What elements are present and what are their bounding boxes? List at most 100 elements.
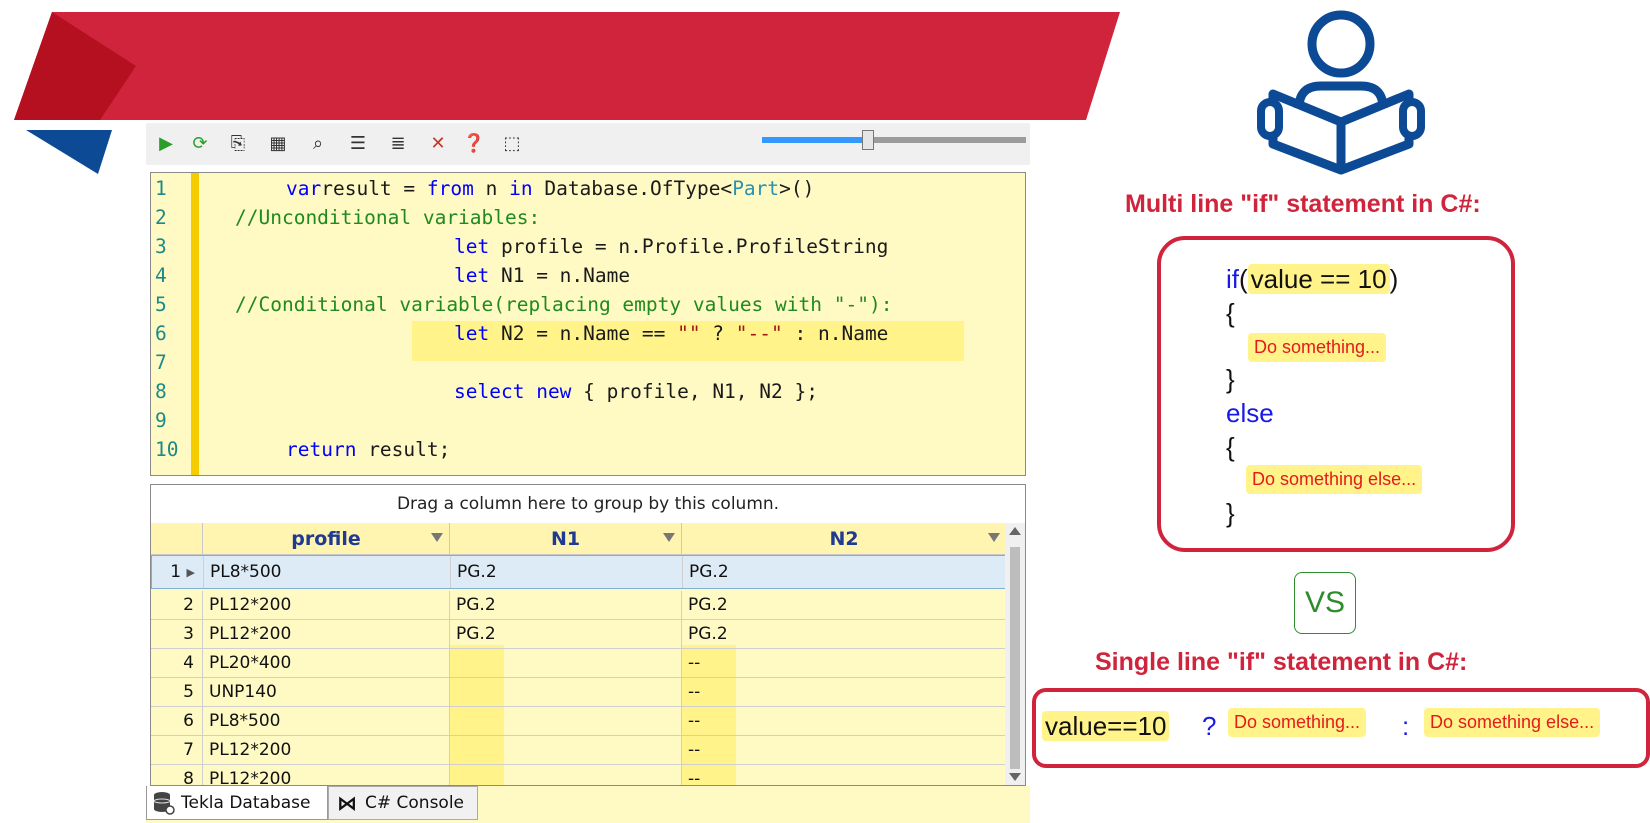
table-icon[interactable]: ▦ (266, 131, 290, 155)
reading-person-icon (1257, 10, 1425, 175)
cell-n2[interactable]: PG.2 (682, 591, 1007, 619)
cell-n1[interactable] (450, 736, 682, 764)
filter-icon[interactable] (663, 533, 675, 542)
cell-n1[interactable]: PG.2 (450, 591, 682, 619)
scroll-down-icon[interactable] (1009, 773, 1021, 781)
cell-n1[interactable]: PG.2 (450, 620, 682, 648)
cell-n2[interactable]: -- (682, 707, 1007, 735)
column-header-profile[interactable]: profile (203, 523, 450, 555)
brace-open: { (1226, 298, 1235, 328)
scrollbar-thumb[interactable] (1010, 547, 1020, 769)
help-list-icon[interactable]: ≣ (386, 131, 410, 155)
query-toolbar: ▶ ⟳ ⎘ ▦ ⌕ ☰ ≣ ✕ ❓ ⬚ (146, 123, 1030, 165)
table-row[interactable]: 6 PL8*500 -- (151, 707, 1007, 736)
line-number: 3 (155, 235, 167, 258)
code-token: n (473, 177, 510, 200)
column-header-n1[interactable]: N1 (450, 523, 682, 555)
table-row[interactable]: 2 PL12*200 PG.2 PG.2 (151, 591, 1007, 620)
change-marker-bar (191, 173, 199, 475)
cell-profile[interactable]: PL8*500 (204, 556, 451, 588)
group-by-panel[interactable]: Drag a column here to group by this colu… (151, 485, 1025, 524)
code-token: var (286, 177, 322, 200)
single-line-title: Single line "if" statement in C#: (1095, 648, 1468, 676)
current-row-arrow-icon: ▶ (186, 565, 195, 579)
cell-n1[interactable] (450, 678, 682, 706)
vs-badge: VS (1294, 572, 1356, 634)
run-icon[interactable]: ▶ (154, 131, 178, 155)
code-line: select new { profile, N1, N2 }; (454, 380, 818, 403)
cell-n2[interactable]: PG.2 (682, 620, 1007, 648)
zoom-slider[interactable] (762, 130, 1026, 150)
zoom-slider-thumb[interactable] (861, 130, 874, 150)
row-number: 3 (151, 620, 203, 648)
vertical-scrollbar[interactable] (1005, 523, 1025, 785)
cell-n1[interactable]: PG.2 (451, 556, 683, 588)
table-row[interactable]: 5 UNP140 -- (151, 678, 1007, 707)
table-row[interactable]: 4 PL20*400 -- (151, 649, 1007, 678)
brace-close: } (1226, 498, 1235, 528)
code-token: in (509, 177, 533, 200)
cell-profile[interactable]: PL12*200 (203, 620, 450, 648)
cell-profile[interactable]: PL20*400 (203, 649, 450, 677)
search-properties-icon[interactable]: ⌕ (306, 131, 330, 155)
row-number: 6 (151, 707, 203, 735)
table-row[interactable]: 7 PL12*200 -- (151, 736, 1007, 765)
zoom-slider-fill (762, 137, 868, 143)
scroll-up-icon[interactable] (1009, 527, 1021, 535)
ternary-colon: : (1402, 711, 1410, 741)
cell-profile[interactable]: PL12*200 (203, 765, 450, 785)
row-number: 7 (151, 736, 203, 764)
layout-icon[interactable]: ⬚ (500, 131, 524, 155)
filter-icon[interactable] (431, 533, 443, 542)
code-token: return (286, 438, 357, 461)
close-paren: ) (1389, 264, 1399, 294)
copy-clipboard-icon[interactable]: ⎘ (226, 131, 250, 155)
code-token: result = (321, 177, 427, 200)
ternary-question-mark: ? (1202, 711, 1217, 741)
row-number: 4 (151, 649, 203, 677)
cell-profile[interactable]: UNP140 (203, 678, 450, 706)
code-token: ? (700, 322, 736, 345)
cell-n2[interactable]: -- (682, 678, 1007, 706)
if-keyword: if (1226, 264, 1239, 294)
cell-n2[interactable]: -- (682, 736, 1007, 764)
tab-tekla-database[interactable]: Tekla Database (146, 786, 328, 820)
line-number: 4 (155, 264, 167, 287)
refresh-icon[interactable]: ⟳ (188, 131, 212, 155)
database-icon (153, 791, 175, 815)
cell-profile[interactable]: PL12*200 (203, 736, 450, 764)
help-icon[interactable]: ❓ (462, 131, 486, 155)
cell-n2[interactable]: -- (682, 649, 1007, 677)
cell-n1[interactable] (450, 765, 682, 785)
single-condition-text: value==10 (1042, 711, 1170, 741)
cell-n1[interactable] (450, 707, 682, 735)
line-number: 7 (155, 351, 167, 374)
code-line: //Unconditional variables: (235, 206, 540, 229)
list-icon[interactable]: ☰ (346, 131, 370, 155)
column-header-n2[interactable]: N2 (682, 523, 1007, 555)
code-token: select (454, 380, 525, 403)
code-token: //Conditional variable(replacing empty v… (235, 293, 893, 316)
code-token: "--" (735, 322, 783, 345)
code-token: N1 = n.Name (489, 264, 631, 287)
line-number-gutter: 1 2 3 4 5 6 7 8 9 10 (151, 173, 183, 475)
tab-csharp-console[interactable]: ⋈ C# Console (328, 786, 478, 820)
code-line: let N1 = n.Name (454, 264, 630, 287)
code-token: : n.Name (782, 322, 889, 345)
line-number: 5 (155, 293, 167, 316)
table-row[interactable]: 8 PL12*200 -- (151, 765, 1007, 785)
cell-profile[interactable]: PL8*500 (203, 707, 450, 735)
bottom-tab-bar: Tekla Database ⋈ C# Console (146, 786, 1030, 823)
row-number: 2 (151, 591, 203, 619)
code-editor[interactable]: 1 2 3 4 5 6 7 8 9 10 varresult = from n … (150, 172, 1026, 476)
clear-icon[interactable]: ✕ (426, 131, 450, 155)
cell-n2[interactable]: -- (682, 765, 1007, 785)
cell-n2[interactable]: PG.2 (683, 556, 1008, 588)
table-row[interactable]: 3 PL12*200 PG.2 PG.2 (151, 620, 1007, 649)
filter-icon[interactable] (988, 533, 1000, 542)
cell-n1[interactable] (450, 649, 682, 677)
cell-profile[interactable]: PL12*200 (203, 591, 450, 619)
code-line: return result; (286, 438, 450, 461)
table-row[interactable]: 1 ▶ PL8*500 PG.2 PG.2 (151, 555, 1008, 589)
